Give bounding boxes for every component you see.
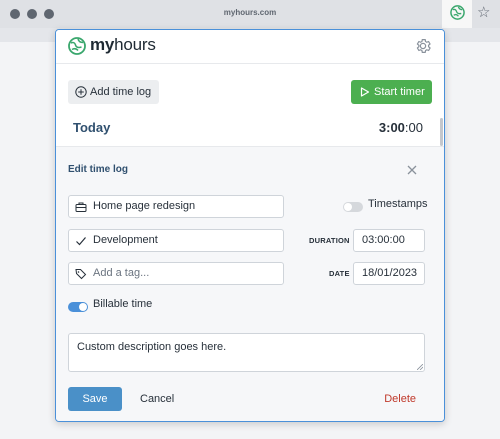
resize-grip-icon[interactable] xyxy=(417,364,423,370)
address-bar[interactable]: myhours.com xyxy=(0,8,500,17)
check-icon xyxy=(76,237,86,246)
project-select[interactable]: Home page redesign xyxy=(68,195,284,218)
timestamps-label: Timestamps xyxy=(368,198,428,210)
briefcase-icon xyxy=(75,202,87,212)
date-label: DATE xyxy=(329,269,350,278)
duration-input[interactable]: 03:00:00 xyxy=(353,229,425,252)
save-button[interactable]: Save xyxy=(68,387,122,411)
task-value: Development xyxy=(93,234,158,246)
add-time-log-label: Add time log xyxy=(90,86,152,98)
tag-input[interactable]: Add a tag... xyxy=(68,262,284,285)
task-select[interactable]: Development xyxy=(68,229,284,252)
tag-placeholder: Add a tag... xyxy=(93,267,150,279)
star-icon[interactable]: ☆ xyxy=(477,3,490,23)
delete-button[interactable]: Delete xyxy=(384,387,416,411)
edit-form-title: Edit time log xyxy=(68,164,128,175)
date-input[interactable]: 18/01/2023 xyxy=(353,262,425,285)
duration-label: DURATION xyxy=(309,236,350,245)
gear-icon[interactable] xyxy=(414,37,432,55)
billable-toggle[interactable] xyxy=(68,302,88,312)
extension-button[interactable] xyxy=(442,0,472,28)
project-value: Home page redesign xyxy=(93,200,196,212)
edit-time-log-form: Edit time log Home page redesign Timesta… xyxy=(56,146,444,421)
description-textarea[interactable]: Custom description goes here. xyxy=(68,333,425,372)
day-total-time: 3:00:00 xyxy=(378,120,423,135)
tag-icon xyxy=(75,269,87,280)
add-time-log-button[interactable]: Add time log xyxy=(68,80,159,104)
extension-popup: myhours Add time log Start timer Today 3… xyxy=(55,29,445,422)
timestamps-toggle[interactable] xyxy=(343,202,363,212)
browser-toolbar: myhours.com ☆ xyxy=(0,0,500,28)
plus-circle-icon xyxy=(75,86,87,98)
start-timer-button[interactable]: Start timer xyxy=(351,80,432,104)
popup-header: myhours xyxy=(56,30,444,64)
brand-name: myhours xyxy=(90,35,156,54)
scrollbar-thumb[interactable] xyxy=(440,118,443,146)
day-heading: Today xyxy=(73,120,111,135)
play-icon xyxy=(360,87,370,97)
billable-label: Billable time xyxy=(93,298,153,310)
cancel-button[interactable]: Cancel xyxy=(140,387,174,411)
start-timer-label: Start timer xyxy=(374,86,425,98)
globe-icon xyxy=(450,5,465,20)
myhours-logo-icon xyxy=(68,37,86,55)
close-icon[interactable] xyxy=(406,164,418,176)
